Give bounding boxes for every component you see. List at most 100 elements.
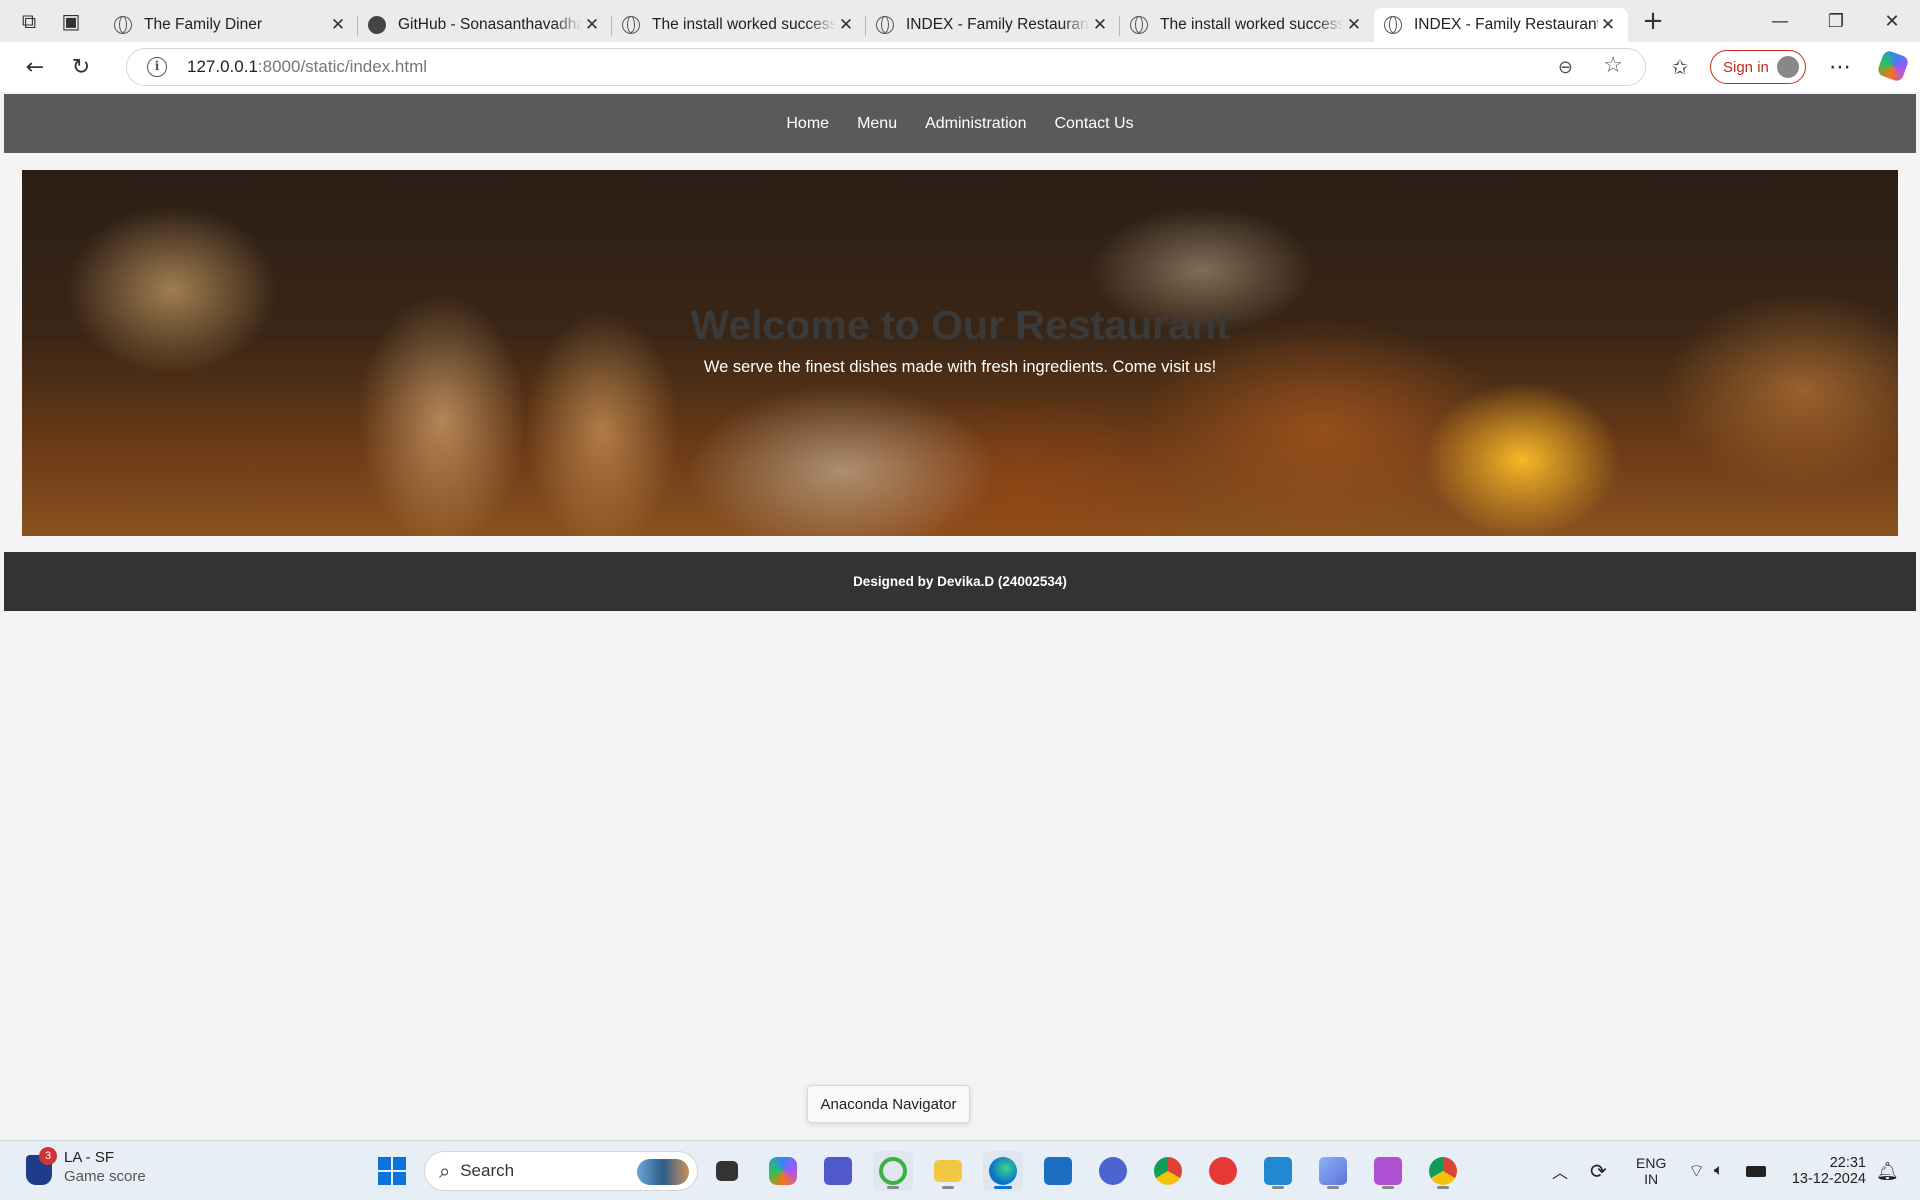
copilot-icon[interactable] (1876, 49, 1910, 83)
clock[interactable]: 22:31 13-12-2024 (1786, 1141, 1866, 1200)
close-window-icon[interactable]: ✕ (1864, 0, 1920, 42)
site-info-icon[interactable]: i (147, 57, 167, 77)
app-a-icon[interactable] (1093, 1151, 1133, 1191)
tab-separator (357, 16, 358, 36)
workspaces-icon[interactable]: ⧉ (8, 0, 50, 42)
language-indicator[interactable]: ENG IN (1636, 1141, 1666, 1200)
teams-icon[interactable] (818, 1151, 858, 1191)
tab-separator (865, 16, 866, 36)
lang-line2: IN (1644, 1171, 1659, 1187)
widget-title: LA - SF (64, 1149, 115, 1166)
github-icon (368, 16, 386, 34)
close-tab-icon[interactable]: ✕ (328, 15, 348, 35)
refresh-icon[interactable]: ↻ (56, 42, 106, 92)
start-icon[interactable] (378, 1157, 406, 1185)
notification-badge: 3 (39, 1147, 57, 1165)
favorite-star-icon[interactable]: ☆ (1603, 53, 1623, 78)
url-host: 127.0.0.1 (187, 57, 258, 76)
running-indicator (1437, 1186, 1449, 1189)
tab-4[interactable]: INDEX - Family Restaurant ✕ (865, 8, 1120, 42)
clock-date: 13-12-2024 (1791, 1171, 1866, 1187)
tab-3[interactable]: The install worked successfully ✕ (611, 8, 866, 42)
search-label: Search (460, 1161, 515, 1180)
nfl-icon: 3 (26, 1147, 57, 1185)
running-indicator (994, 1186, 1012, 1189)
back-icon[interactable]: ← (10, 42, 60, 92)
sync-icon[interactable]: ⟳ (1590, 1141, 1607, 1200)
hero-title: Welcome to Our Restaurant (690, 302, 1230, 348)
photos-icon[interactable] (1313, 1151, 1353, 1191)
footer-credit: Designed by Devika.D (24002534) (853, 574, 1067, 589)
tab-strip: ⧉ ▣ The Family Diner ✕ GitHub - Sonasant… (0, 0, 1920, 42)
task-view-icon[interactable] (707, 1151, 747, 1191)
close-tab-icon[interactable]: ✕ (1090, 15, 1110, 35)
running-indicator (887, 1186, 899, 1189)
site-nav: Home Menu Administration Contact Us (4, 94, 1916, 153)
notification-bell-icon[interactable]: 🔔︎ (1876, 1141, 1899, 1200)
wps-office-icon[interactable] (1203, 1151, 1243, 1191)
clock-time: 22:31 (1829, 1155, 1866, 1171)
zoom-icon[interactable]: ⊖ (1558, 57, 1573, 78)
lang-line1: ENG (1636, 1155, 1667, 1171)
wifi-icon[interactable]: ⌔ (1688, 1141, 1705, 1200)
page-viewport: Home Menu Administration Contact Us Welc… (4, 92, 1916, 1136)
favorites-icon[interactable]: ✩ (1660, 42, 1700, 92)
sign-in-button[interactable]: Sign in (1710, 50, 1806, 84)
taskbar: 3 LA - SF Game score ⌕ Search ︿ ⟳ ENG IN… (0, 1140, 1920, 1200)
chrome-icon[interactable] (1148, 1151, 1188, 1191)
url-path: :8000/static/index.html (257, 57, 428, 76)
globe-icon (114, 16, 132, 34)
taskbar-search[interactable]: ⌕ Search (424, 1151, 698, 1191)
tab-separator (611, 16, 612, 36)
nav-menu[interactable]: Menu (843, 115, 911, 133)
store-icon[interactable] (1038, 1151, 1078, 1191)
vscode-icon[interactable] (1258, 1151, 1298, 1191)
hero-banner: Welcome to Our Restaurant We serve the f… (22, 170, 1898, 536)
more-options-icon[interactable]: ⋯ (1820, 42, 1860, 92)
show-hidden-icons[interactable]: ︿ (1552, 1141, 1568, 1200)
tab-5[interactable]: The install worked successfully ✕ (1119, 8, 1374, 42)
globe-icon (1384, 16, 1402, 34)
close-tab-icon[interactable]: ✕ (1598, 15, 1618, 35)
tab-title: The Family Diner (144, 16, 262, 33)
running-indicator (1327, 1186, 1339, 1189)
restore-icon[interactable]: ❐ (1808, 0, 1864, 42)
search-icon: ⌕ (439, 1159, 451, 1183)
close-tab-icon[interactable]: ✕ (836, 15, 856, 35)
battery-icon[interactable] (1746, 1141, 1766, 1200)
new-tab-button[interactable]: + (1632, 0, 1674, 42)
tab-1[interactable]: The Family Diner ✕ (104, 8, 358, 42)
nav-home[interactable]: Home (772, 115, 843, 133)
sign-in-label: Sign in (1723, 58, 1769, 76)
running-indicator (1272, 1186, 1284, 1189)
tab-2[interactable]: GitHub - Sonasanthavadhani ✕ (357, 8, 612, 42)
close-tab-icon[interactable]: ✕ (1344, 15, 1364, 35)
search-highlight-art (637, 1159, 689, 1185)
file-explorer-icon[interactable] (928, 1151, 968, 1191)
running-indicator (1382, 1186, 1394, 1189)
avatar-icon (1777, 56, 1799, 78)
window-controls: — ❐ ✕ (1752, 0, 1920, 42)
chrome-profile-icon[interactable] (1423, 1151, 1463, 1191)
url-field[interactable]: i 127.0.0.1:8000/static/index.html ⊖ ☆ (126, 48, 1646, 86)
nav-contact-us[interactable]: Contact Us (1040, 115, 1147, 133)
tab-title: INDEX - Family Restaurant (906, 16, 1090, 33)
minimize-icon[interactable]: — (1752, 0, 1808, 42)
close-tab-icon[interactable]: ✕ (582, 15, 602, 35)
tab-title: The install worked successfully (652, 16, 836, 33)
tab-title: INDEX - Family Restaurant (1414, 16, 1598, 33)
sports-widget[interactable]: 3 LA - SF Game score (26, 1147, 146, 1185)
copilot-app-icon[interactable] (763, 1151, 803, 1191)
tab-separator (1119, 16, 1120, 36)
volume-icon[interactable]: 🔈︎ (1714, 1141, 1724, 1200)
anaconda-icon[interactable] (873, 1151, 913, 1191)
tab-title: GitHub - Sonasanthavadhani (398, 16, 582, 33)
site-footer: Designed by Devika.D (24002534) (4, 552, 1916, 611)
tab-actions-icon[interactable]: ▣ (50, 0, 92, 42)
address-bar: ← ↻ i 127.0.0.1:8000/static/index.html ⊖… (0, 42, 1920, 92)
nav-administration[interactable]: Administration (911, 115, 1040, 133)
url-text[interactable]: 127.0.0.1:8000/static/index.html (187, 57, 427, 77)
edge-icon[interactable] (983, 1151, 1023, 1191)
tab-6-active[interactable]: INDEX - Family Restaurant ✕ (1374, 8, 1628, 42)
snipping-icon[interactable] (1368, 1151, 1408, 1191)
